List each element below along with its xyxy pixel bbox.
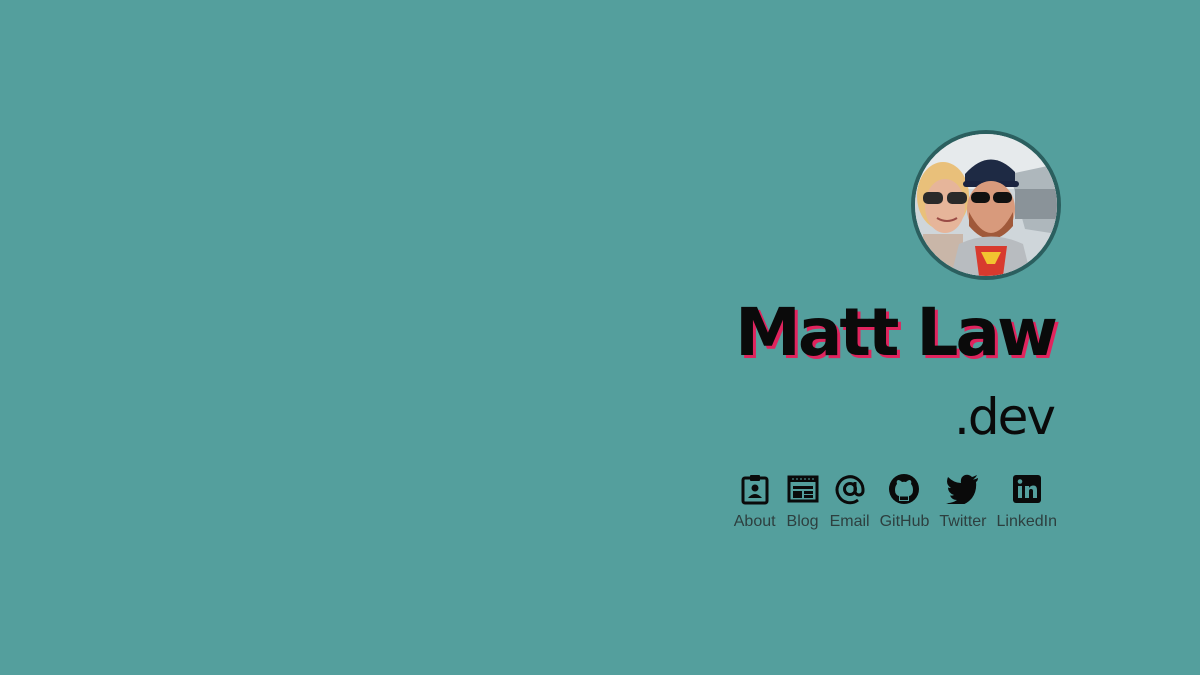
linkedin-icon	[1010, 472, 1044, 506]
nav-twitter-link[interactable]: Twitter	[939, 472, 987, 530]
contact-card-icon	[738, 472, 772, 506]
nav-about-link[interactable]: About	[734, 472, 776, 530]
nav-email-link[interactable]: Email	[830, 472, 870, 530]
avatar-photo	[915, 134, 1057, 276]
page: Matt Law .dev About Blog Email GitHub Tw…	[0, 0, 1200, 675]
site-title: Matt Law	[735, 294, 1058, 371]
at-sign-icon	[833, 472, 867, 506]
nav-linkedin-link[interactable]: LinkedIn	[996, 472, 1058, 530]
nav-linkedin-label: LinkedIn	[996, 513, 1058, 530]
site-tld: .dev	[954, 388, 1056, 446]
nav-github-label: GitHub	[879, 513, 930, 530]
nav-blog-link[interactable]: Blog	[786, 472, 820, 530]
nav-email-label: Email	[829, 513, 870, 530]
nav-blog-label: Blog	[786, 513, 819, 530]
github-icon	[887, 472, 921, 506]
newspaper-icon	[786, 472, 820, 506]
nav-twitter-label: Twitter	[939, 513, 987, 530]
social-nav: About Blog Email GitHub Twitter LinkedIn	[734, 472, 1057, 530]
nav-about-label: About	[733, 513, 776, 530]
twitter-icon	[945, 472, 980, 506]
avatar	[911, 130, 1061, 280]
nav-github-link[interactable]: GitHub	[879, 472, 930, 530]
